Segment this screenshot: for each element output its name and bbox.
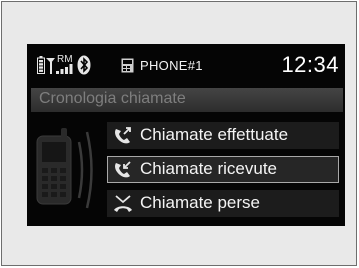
roaming-indicator: RM (57, 54, 73, 64)
screen-title-bar: Cronologia chiamate (31, 88, 343, 112)
status-bar: RM PHONE#1 12:34 (27, 44, 345, 88)
signal-strength-icon (46, 58, 55, 74)
menu-item-outgoing-calls[interactable]: Chiamate effettuate (107, 122, 339, 149)
screen-title: Cronologia chiamate (39, 90, 186, 107)
menu-item-label: Chiamate perse (140, 193, 261, 212)
menu-item-label: Chiamate ricevute (140, 159, 278, 178)
battery-icon (37, 56, 45, 74)
incoming-call-icon (115, 161, 131, 178)
menu-item-label: Chiamate effettuate (140, 125, 289, 144)
signal-bars-icon (56, 64, 73, 74)
phone-name-label: PHONE#1 (140, 58, 203, 73)
outgoing-call-icon (115, 127, 131, 144)
infotainment-screen: RM PHONE#1 12:34 Cronologia chiamate Chi… (27, 44, 345, 226)
bluetooth-icon (77, 55, 91, 75)
figure-frame: RM PHONE#1 12:34 Cronologia chiamate Chi… (1, 1, 357, 266)
menu-item-missed-calls[interactable]: Chiamate perse (107, 190, 339, 217)
missed-call-icon (114, 195, 132, 212)
menu-item-incoming-calls[interactable]: Chiamate ricevute (107, 156, 339, 183)
phone-card-icon (121, 58, 134, 73)
clock: 12:34 (281, 52, 339, 77)
roaming-label: RM (57, 54, 73, 64)
phone-illustration-icon (36, 128, 93, 209)
